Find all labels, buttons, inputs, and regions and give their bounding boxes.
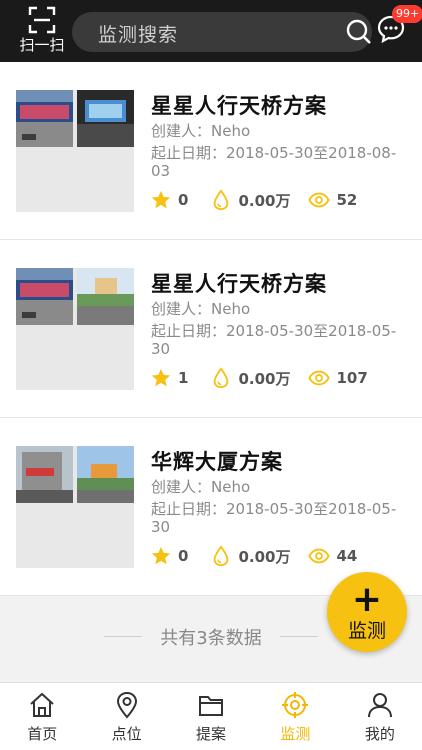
notification-badge: 99+ bbox=[392, 5, 422, 23]
date-range: 起止日期：2018-05-30至2018-05-30 bbox=[151, 322, 397, 358]
billboard-photo bbox=[77, 90, 134, 147]
plus-icon: + bbox=[351, 579, 383, 620]
top-bar: 扫一扫 监测搜索 99+ bbox=[0, 0, 422, 62]
drop-icon bbox=[214, 189, 229, 211]
target-icon bbox=[282, 692, 309, 718]
tab-location[interactable]: 点位 bbox=[84, 683, 168, 750]
stats-row: 0 0.00万 52 bbox=[150, 188, 357, 212]
tab-monitor[interactable]: 监测 bbox=[253, 683, 337, 750]
tab-home[interactable]: 首页 bbox=[0, 683, 84, 750]
list-item[interactable]: 星星人行天桥方案 创建人：Neho 起止日期：2018-05-30至2018-0… bbox=[0, 240, 422, 418]
billboard-photo bbox=[77, 268, 134, 325]
home-icon bbox=[30, 692, 54, 717]
view-count: 52 bbox=[336, 191, 358, 209]
thumbnail bbox=[16, 90, 134, 212]
tab-mine[interactable]: 我的 bbox=[338, 683, 422, 750]
creator-text: 创建人：Neho bbox=[151, 122, 251, 140]
location-pin-icon bbox=[116, 691, 137, 719]
star-count: 1 bbox=[178, 369, 189, 387]
stats-row: 0 0.00万 44 bbox=[150, 544, 357, 568]
billboard-photo bbox=[16, 90, 73, 147]
star-count: 0 bbox=[178, 191, 189, 209]
building-photo bbox=[77, 446, 134, 503]
drop-icon bbox=[214, 545, 229, 567]
tab-label: 提案 bbox=[196, 725, 227, 743]
eye-icon bbox=[308, 192, 331, 208]
tab-label: 我的 bbox=[364, 725, 395, 743]
building-photo bbox=[16, 446, 73, 503]
creator-text: 创建人：Neho bbox=[151, 478, 251, 496]
date-range: 起止日期：2018-05-30至2018-08-03 bbox=[151, 144, 397, 180]
scan-icon bbox=[28, 6, 56, 34]
star-icon bbox=[151, 546, 171, 565]
plan-title: 华辉大厦方案 bbox=[151, 450, 283, 474]
tab-label: 点位 bbox=[111, 725, 142, 743]
scan-button[interactable]: 扫一扫 bbox=[14, 6, 70, 58]
thumbnail bbox=[16, 268, 134, 390]
tab-proposal[interactable]: 提案 bbox=[169, 683, 253, 750]
view-count: 44 bbox=[336, 547, 358, 565]
amount-value: 0.00万 bbox=[238, 547, 291, 566]
thumbnail bbox=[16, 446, 134, 568]
list-item[interactable]: 华辉大厦方案 创建人：Neho 起止日期：2018-05-30至2018-05-… bbox=[0, 418, 422, 596]
date-range: 起止日期：2018-05-30至2018-05-30 bbox=[151, 500, 397, 536]
drop-icon bbox=[214, 367, 229, 389]
list-item[interactable]: 星星人行天桥方案 创建人：Neho 起止日期：2018-05-30至2018-0… bbox=[0, 62, 422, 240]
plan-title: 星星人行天桥方案 bbox=[151, 272, 327, 296]
search-placeholder: 监测搜索 bbox=[98, 24, 179, 46]
add-monitor-button[interactable]: + 监测 bbox=[327, 572, 407, 652]
tab-label: 首页 bbox=[27, 725, 58, 743]
plan-title: 星星人行天桥方案 bbox=[151, 94, 327, 118]
eye-icon bbox=[308, 548, 331, 564]
plan-list: 星星人行天桥方案 创建人：Neho 起止日期：2018-05-30至2018-0… bbox=[0, 62, 422, 596]
star-icon bbox=[151, 190, 171, 209]
scan-label: 扫一扫 bbox=[19, 36, 65, 54]
bottom-tab-bar: 首页 点位 提案 监测 我的 bbox=[0, 682, 422, 750]
search-input[interactable]: 监测搜索 bbox=[72, 12, 372, 52]
creator-text: 创建人：Neho bbox=[151, 300, 251, 318]
fab-label: 监测 bbox=[347, 620, 386, 642]
view-count: 107 bbox=[336, 369, 368, 387]
eye-icon bbox=[308, 370, 331, 386]
amount-value: 0.00万 bbox=[238, 191, 291, 210]
star-count: 0 bbox=[178, 547, 189, 565]
stats-row: 1 0.00万 107 bbox=[150, 366, 368, 390]
user-icon bbox=[367, 693, 392, 718]
amount-value: 0.00万 bbox=[238, 369, 291, 388]
star-icon bbox=[151, 368, 171, 387]
tab-label: 监测 bbox=[280, 725, 311, 743]
search-icon[interactable] bbox=[346, 19, 372, 45]
divider bbox=[280, 636, 318, 637]
billboard-photo bbox=[16, 268, 73, 325]
folder-icon bbox=[199, 696, 224, 716]
